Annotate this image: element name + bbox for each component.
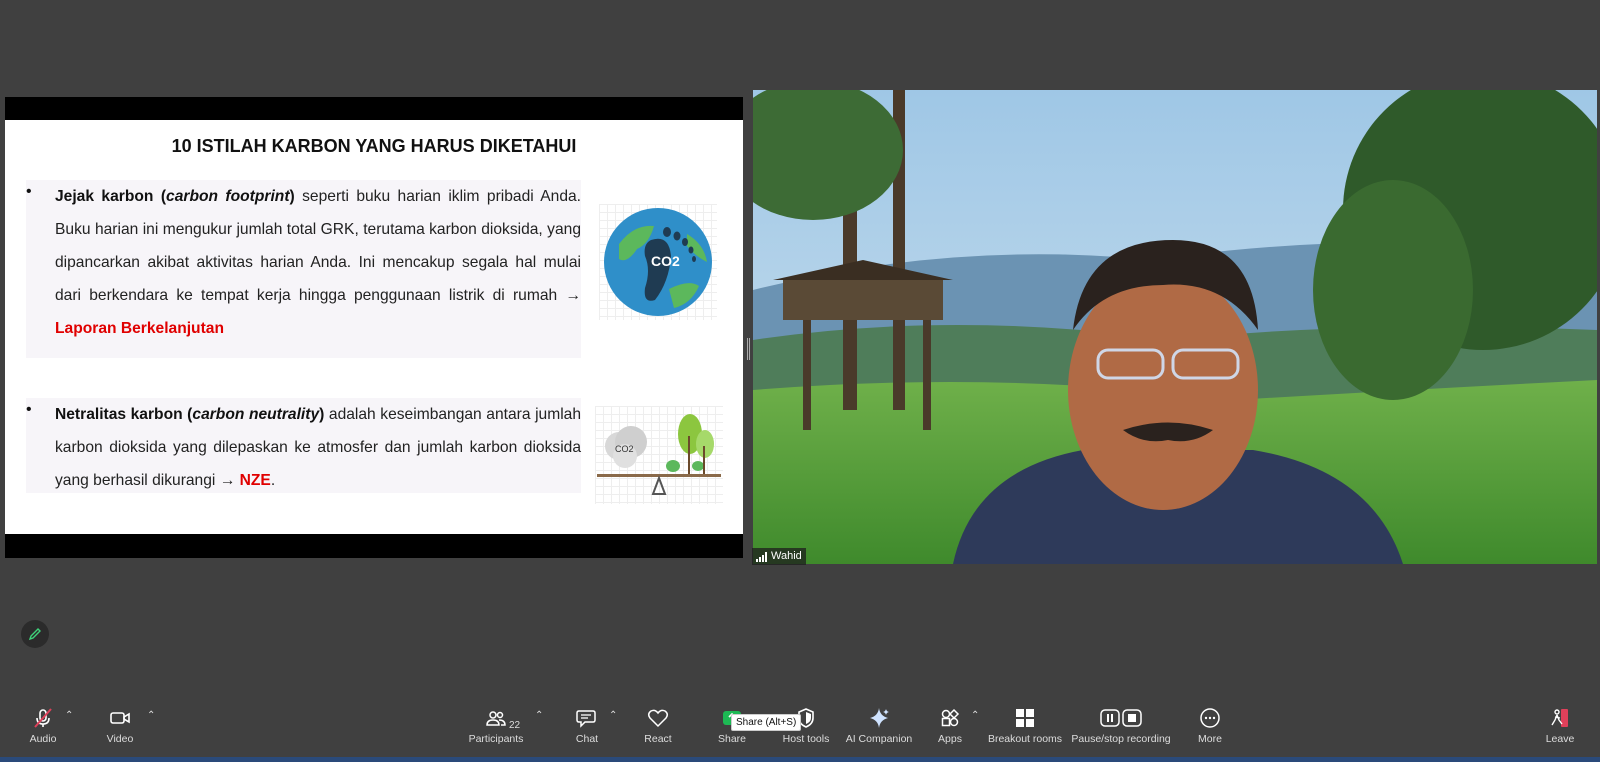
leave-icon — [1551, 709, 1568, 727]
meeting-toolbar: Audio ⌃ Video ⌃ Participants ⌃ Chat ⌃ Re… — [0, 700, 1600, 762]
participants-count: 22 — [509, 720, 521, 731]
bullet-dot: • — [26, 401, 32, 418]
participant-video[interactable] — [753, 90, 1597, 564]
participants-options-caret[interactable]: ⌃ — [535, 710, 543, 721]
globe-footprint-image: CO2 — [599, 204, 717, 320]
annotate-button[interactable] — [21, 620, 49, 648]
pause-stop-icon — [1100, 709, 1142, 727]
bullet-carbon-neutrality: • Netralitas karbon (carbon neutrality) … — [26, 398, 581, 493]
pencil-icon — [28, 628, 41, 641]
chat-icon — [576, 710, 596, 728]
panel-resize-handle[interactable] — [747, 338, 750, 360]
bullet-text: Jejak karbon (carbon footprint) seperti … — [55, 188, 582, 337]
share-tooltip: Share (Alt+S) — [731, 714, 802, 731]
seesaw-image: CO2 — [595, 406, 723, 504]
more-button[interactable]: More — [1170, 706, 1250, 745]
slide: 10 ISTILAH KARBON YANG HARUS DIKETAHUI •… — [5, 120, 743, 534]
signal-icon — [756, 551, 767, 562]
heart-icon — [647, 709, 669, 728]
slide-title: 10 ISTILAH KARBON YANG HARUS DIKETAHUI — [171, 136, 577, 156]
apps-options-caret[interactable]: ⌃ — [971, 710, 979, 721]
seesaw-co2-label: CO2 — [615, 444, 634, 454]
bullet-dot: • — [26, 183, 32, 200]
bottom-strip — [0, 757, 1600, 762]
participant-name: Wahid — [771, 550, 802, 562]
video-camera-icon — [110, 712, 130, 724]
participant-name-tag: Wahid — [752, 548, 806, 565]
react-button[interactable]: React — [618, 706, 698, 745]
bullet-text: Netralitas karbon (carbon neutrality) ad… — [55, 406, 581, 489]
audio-options-caret[interactable]: ⌃ — [65, 710, 73, 721]
chat-options-caret[interactable]: ⌃ — [609, 710, 617, 721]
leave-button[interactable]: Leave — [1520, 706, 1600, 745]
breakout-rooms-icon — [1016, 709, 1034, 727]
highlight-nze: NZE — [239, 472, 271, 489]
sparkle-icon — [870, 708, 889, 728]
ai-companion-button[interactable]: AI Companion — [839, 706, 919, 745]
apps-icon — [941, 708, 960, 727]
muted-microphone-icon — [34, 708, 52, 728]
participants-icon — [486, 711, 506, 726]
participants-button[interactable]: Participants — [456, 706, 536, 745]
shared-screen: 10 ISTILAH KARBON YANG HARUS DIKETAHUI •… — [5, 97, 743, 558]
breakout-rooms-button[interactable]: Breakout rooms — [985, 706, 1065, 745]
globe-co2-label: CO2 — [651, 253, 680, 269]
highlight-laporan: Laporan Berkelanjutan — [55, 320, 224, 337]
more-icon — [1200, 708, 1220, 728]
recording-button[interactable]: Pause/stop recording — [1071, 706, 1171, 745]
bullet-carbon-footprint: • Jejak karbon (carbon footprint) sepert… — [26, 180, 581, 358]
video-options-caret[interactable]: ⌃ — [147, 710, 155, 721]
